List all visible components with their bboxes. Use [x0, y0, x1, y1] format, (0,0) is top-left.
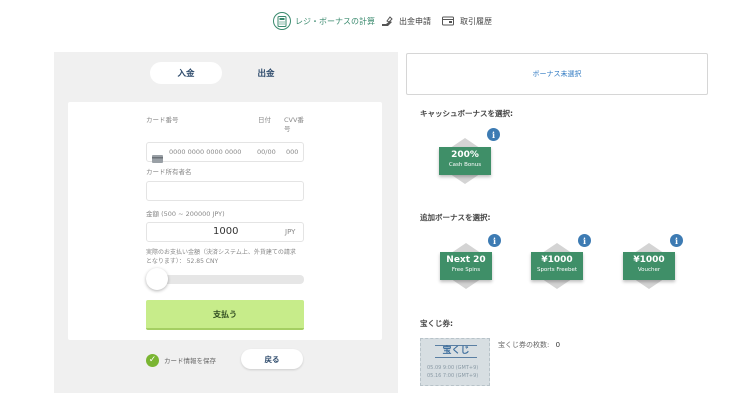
lottery-count-value: 0	[555, 341, 561, 349]
conversion-note-line-2: となります）： 52.85 CNY	[146, 258, 219, 265]
cvv-label: CVV番 号	[284, 116, 304, 134]
bonus-subtitle: Cash Bonus	[448, 162, 482, 168]
top-navigation: レジ・ボーナスの計算 出金申請 取引履歴	[0, 10, 750, 32]
nav-calc-label: レジ・ボーナスの計算	[295, 16, 375, 26]
card-number-placeholder: 0000 0000 0000 0000	[169, 148, 242, 156]
ticket-title: 宝くじ	[435, 345, 477, 358]
amount-slider-track[interactable]	[146, 275, 304, 284]
holder-label: カード所有者名	[146, 168, 192, 176]
card-form: カード番号 日付 CVV番 号 0000 0000 0000 0000 00/0…	[68, 102, 382, 340]
payment-tabs: 入金 出金	[150, 62, 302, 84]
calculator-icon	[273, 12, 291, 30]
extra-bonus-card-freebet[interactable]: ¥1000 Sports Freebet	[531, 252, 583, 280]
save-card-label: カード情報を保存	[164, 357, 216, 365]
conversion-note: 実際のお支払い金額（決済システム上、外貨建ての請求 となります）： 52.85 …	[146, 248, 296, 266]
cvv-label-line-1: CVV番	[284, 116, 304, 124]
credit-card-icon	[152, 148, 163, 167]
holder-field[interactable]	[146, 181, 304, 201]
save-card-option[interactable]: ✓ カード情報を保存	[146, 352, 216, 368]
conversion-note-line-1: 実際のお支払い金額（決済システム上、外貨建ての請求	[146, 249, 296, 256]
extra-bonus-card-voucher[interactable]: ¥1000 Voucher	[623, 252, 675, 280]
extra-bonus-heading: 追加ボーナスを選択:	[420, 213, 491, 222]
bonus-title: ¥1000	[541, 255, 573, 265]
amount-slider-knob[interactable]	[146, 268, 168, 290]
ticket-date-start: 05.09 9:00 (GMT+9)	[427, 365, 479, 371]
amount-currency: JPY	[285, 228, 296, 236]
date-placeholder: 00/00	[257, 148, 276, 156]
nav-withdraw-item[interactable]: 出金申請	[379, 10, 431, 32]
back-button[interactable]: 戻る	[241, 349, 303, 369]
info-icon[interactable]: i	[487, 128, 500, 141]
nav-history-item[interactable]: 取引履歴	[440, 10, 492, 32]
hand-coin-icon	[379, 13, 395, 29]
bonus-title: ¥1000	[633, 255, 665, 265]
cash-bonus-heading: キャッシュボーナスを選択:	[420, 109, 513, 118]
pay-button[interactable]: 支払う	[146, 300, 304, 330]
info-icon[interactable]: i	[488, 234, 501, 247]
lottery-ticket[interactable]: 宝くじ 05.09 9:00 (GMT+9) 05.16 7:00 (GMT+9…	[420, 338, 490, 386]
info-icon[interactable]: i	[670, 234, 683, 247]
amount-label: 金額 (500 ~ 200000 JPY)	[146, 210, 225, 218]
date-label: 日付	[258, 116, 271, 124]
bonus-subtitle: Voucher	[637, 267, 661, 273]
tab-withdraw[interactable]: 出金	[230, 62, 302, 84]
bonus-subtitle: Sports Freebet	[536, 267, 578, 273]
page: レジ・ボーナスの計算 出金申請 取引履歴 入金 出金 カード番号 日付 CVV番…	[0, 0, 750, 400]
payment-panel: 入金 出金 カード番号 日付 CVV番 号 0000 0000 0000 000…	[54, 52, 398, 393]
amount-value: 1000	[213, 226, 239, 237]
bonus-title: 200%	[451, 150, 479, 160]
cash-bonus-card[interactable]: 200% Cash Bonus	[439, 147, 491, 175]
nav-history-label: 取引履歴	[460, 16, 492, 26]
card-number-field[interactable]: 0000 0000 0000 0000 00/00 000	[146, 142, 304, 163]
nav-calc-item[interactable]: レジ・ボーナスの計算	[273, 10, 375, 32]
cvv-label-line-2: 号	[284, 125, 291, 133]
selected-bonus-box[interactable]: ボーナス未選択	[406, 53, 708, 95]
wallet-icon	[440, 13, 456, 29]
bonus-subtitle: Free Spins	[451, 267, 481, 273]
card-number-label: カード番号	[146, 116, 179, 124]
tab-deposit[interactable]: 入金	[150, 62, 222, 84]
info-icon[interactable]: i	[578, 234, 591, 247]
lottery-count: 宝くじ券の枚数: 0	[498, 340, 560, 350]
extra-bonus-card-freespins[interactable]: Next 20 Free Spins	[440, 252, 492, 280]
nav-withdraw-label: 出金申請	[399, 16, 431, 26]
amount-field[interactable]: 1000 JPY	[146, 222, 304, 242]
lottery-heading: 宝くじ券:	[420, 319, 453, 328]
lottery-count-label: 宝くじ券の枚数:	[498, 341, 550, 349]
bonus-title: Next 20	[446, 255, 486, 265]
cvv-placeholder: 000	[286, 148, 299, 156]
ticket-date-end: 05.16 7:00 (GMT+9)	[427, 373, 479, 379]
check-icon: ✓	[146, 353, 159, 367]
